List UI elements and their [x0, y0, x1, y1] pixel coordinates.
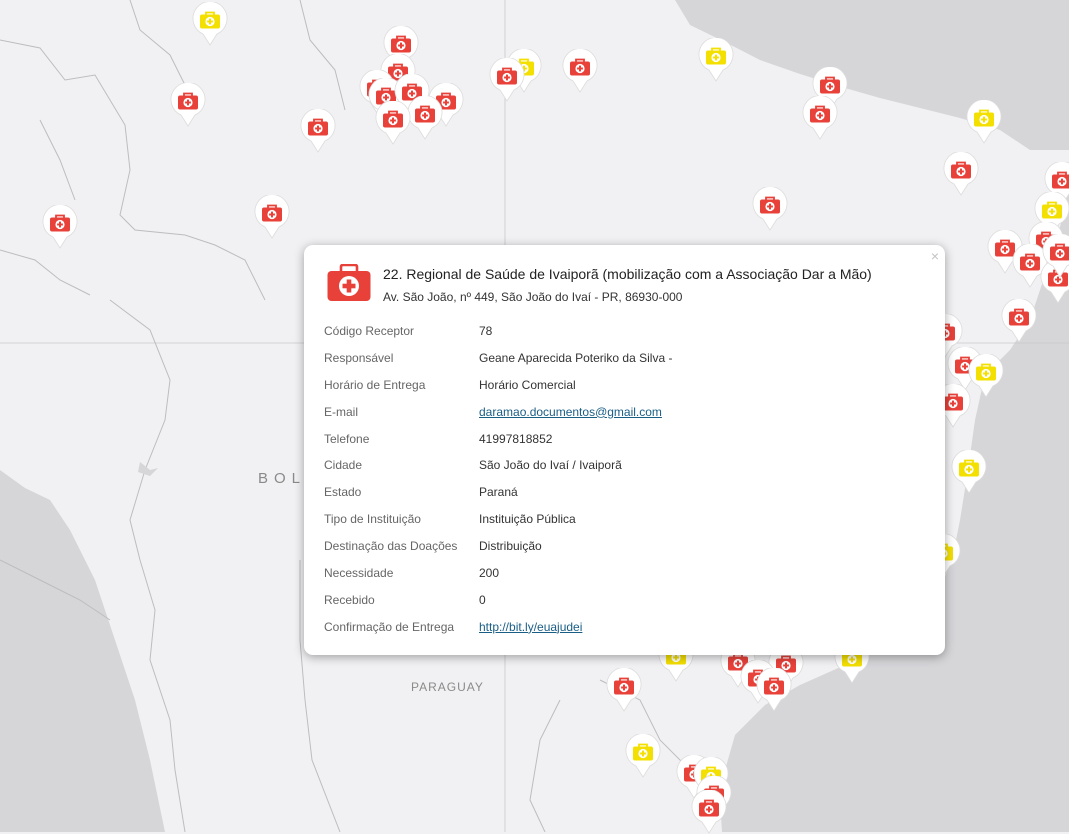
first-aid-kit-icon	[415, 105, 435, 123]
map-marker-red[interactable]	[606, 668, 642, 712]
map-marker-red[interactable]	[752, 187, 788, 231]
first-aid-kit-icon	[810, 105, 830, 123]
first-aid-kit-icon	[976, 363, 996, 381]
first-aid-kit-icon	[1052, 171, 1069, 189]
map-marker-yellow[interactable]	[966, 100, 1002, 144]
detail-label: E-mail	[324, 404, 359, 419]
first-aid-kit-icon	[262, 204, 282, 222]
first-aid-kit-icon	[974, 109, 994, 127]
first-aid-kit-icon	[760, 196, 780, 214]
map-marker-red[interactable]	[943, 152, 979, 196]
detail-label: Horário de Entrega	[324, 377, 426, 392]
detail-label: Recebido	[324, 592, 375, 607]
detail-value: São João do Ivaí / Ivaiporã	[479, 458, 622, 473]
first-aid-kit-icon	[943, 393, 963, 411]
detail-label: Cidade	[324, 458, 363, 473]
first-aid-kit-icon	[391, 35, 411, 53]
first-aid-kit-icon	[1042, 201, 1062, 219]
map-marker-yellow[interactable]	[192, 2, 228, 46]
map-marker-red[interactable]	[756, 668, 792, 712]
map-marker-red[interactable]	[1001, 299, 1037, 343]
first-aid-kit-icon	[383, 110, 403, 128]
map-marker-red[interactable]	[375, 101, 411, 145]
first-aid-kit-icon	[497, 67, 517, 85]
detail-value: 78	[479, 324, 493, 338]
detail-label: Confirmação de Entrega	[324, 619, 455, 634]
close-button[interactable]: ×	[931, 248, 939, 264]
detail-value: Paraná	[479, 485, 518, 500]
detail-value: Distribuição	[479, 539, 542, 554]
detail-label: Responsável	[324, 350, 394, 365]
map-marker-yellow[interactable]	[698, 38, 734, 82]
first-aid-kit-icon	[308, 118, 328, 136]
first-aid-kit-icon	[327, 263, 371, 307]
detail-label: Destinação das Doações	[324, 539, 458, 554]
detail-label: Estado	[324, 485, 362, 500]
detail-value: Geane Aparecida Poteriko da Silva -	[479, 350, 673, 365]
map-marker-yellow[interactable]	[625, 734, 661, 778]
first-aid-kit-icon	[706, 47, 726, 65]
detail-value: 41997818852	[479, 431, 553, 446]
email-link[interactable]: daramao.documentos@gmail.com	[479, 405, 662, 419]
map-marker-red[interactable]	[691, 790, 727, 834]
map-marker-yellow[interactable]	[968, 354, 1004, 398]
first-aid-kit-icon	[1020, 253, 1040, 271]
info-popup: × 22. Regional de Saúde de Ivaiporã (mob…	[304, 245, 945, 655]
detail-value: 200	[479, 566, 500, 581]
map-marker-red[interactable]	[802, 96, 838, 140]
map-marker-yellow[interactable]	[951, 450, 987, 494]
detail-label: Tipo de Instituição	[324, 512, 421, 527]
map-marker-red[interactable]	[489, 58, 525, 102]
confirmation-link[interactable]: http://bit.ly/euajudei	[479, 620, 582, 634]
first-aid-kit-icon	[1050, 243, 1069, 261]
first-aid-kit-icon	[200, 11, 220, 29]
first-aid-kit-icon	[699, 799, 719, 817]
map-marker-red[interactable]	[407, 96, 443, 140]
popup-address: Av. São João, nº 449, São João do Ivaí -…	[383, 290, 683, 304]
first-aid-kit-icon	[820, 76, 840, 94]
first-aid-kit-icon	[614, 677, 634, 695]
first-aid-kit-icon	[178, 92, 198, 110]
map-marker-red[interactable]	[170, 83, 206, 127]
detail-value: Horário Comercial	[479, 377, 576, 392]
first-aid-kit-icon	[1009, 308, 1029, 326]
map-marker-red[interactable]	[42, 205, 78, 249]
first-aid-kit-icon	[633, 743, 653, 761]
detail-label: Telefone	[324, 431, 370, 446]
first-aid-kit-icon	[951, 161, 971, 179]
map-marker-red[interactable]	[300, 109, 336, 153]
detail-value: Instituição Pública	[479, 512, 576, 527]
first-aid-kit-icon	[959, 459, 979, 477]
map-marker-red[interactable]	[1042, 234, 1069, 278]
popup-title: 22. Regional de Saúde de Ivaiporã (mobil…	[383, 266, 872, 282]
map-marker-red[interactable]	[562, 49, 598, 93]
first-aid-kit-icon	[570, 58, 590, 76]
detail-label: Necessidade	[324, 566, 394, 581]
first-aid-kit-icon	[764, 677, 784, 695]
map-marker-red[interactable]	[254, 195, 290, 239]
detail-value: 0	[479, 592, 486, 607]
detail-label: Código Receptor	[324, 324, 415, 338]
first-aid-kit-icon	[50, 214, 70, 232]
